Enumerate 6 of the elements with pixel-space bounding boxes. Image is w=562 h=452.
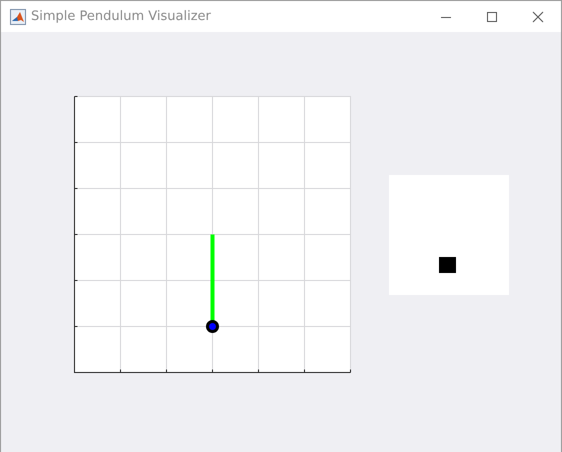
app-logo-icon: [10, 8, 26, 24]
square-marker: [439, 257, 456, 273]
pendulum-bob: [206, 320, 219, 333]
maximize-icon[interactable]: [486, 10, 498, 22]
window-title: Simple Pendulum Visualizer: [31, 9, 212, 24]
close-icon[interactable]: [532, 10, 544, 22]
